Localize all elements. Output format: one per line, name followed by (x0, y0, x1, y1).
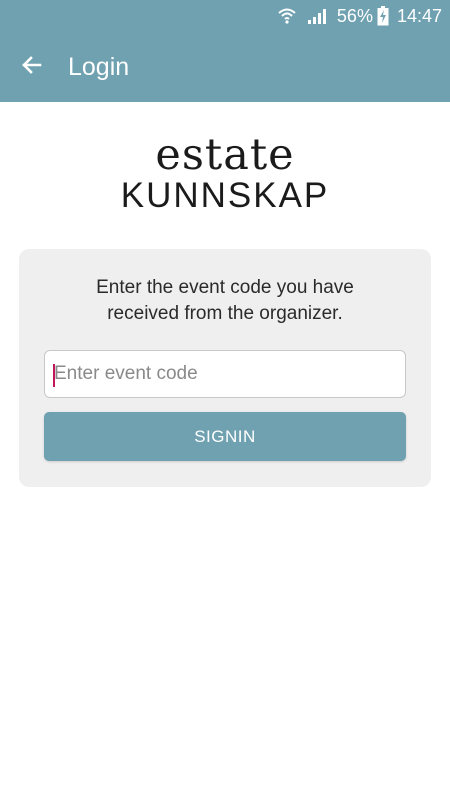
signin-button[interactable]: SIGNIN (44, 412, 406, 461)
battery-charging-icon (377, 6, 389, 26)
clock: 14:47 (396, 5, 442, 26)
arrow-left-icon (20, 53, 44, 82)
page-title: Login (68, 53, 130, 81)
signal-icon (307, 7, 327, 25)
estate-kunnskap-logo: estate KUNNSKAP (0, 132, 450, 214)
text-caret (53, 364, 55, 387)
battery-percent: 56% (336, 5, 373, 26)
status-icons: 56% 14:47 (277, 0, 442, 32)
instruction-line-2: received from the organizer. (107, 303, 343, 324)
logo-line-estate: estate (155, 130, 295, 180)
wifi-icon (277, 7, 297, 25)
instruction-line-1: Enter the event code you have (96, 277, 354, 298)
app-bar: Login (0, 32, 450, 102)
back-button[interactable] (14, 49, 50, 85)
login-card: Enter the event code you have received f… (19, 249, 431, 487)
instruction-text: Enter the event code you have received f… (19, 275, 431, 327)
status-bar: 56% 14:47 (0, 0, 450, 32)
event-code-field (44, 350, 406, 398)
logo-line-kunnskap: KUNNSKAP (120, 176, 330, 215)
event-code-input[interactable] (45, 351, 405, 397)
